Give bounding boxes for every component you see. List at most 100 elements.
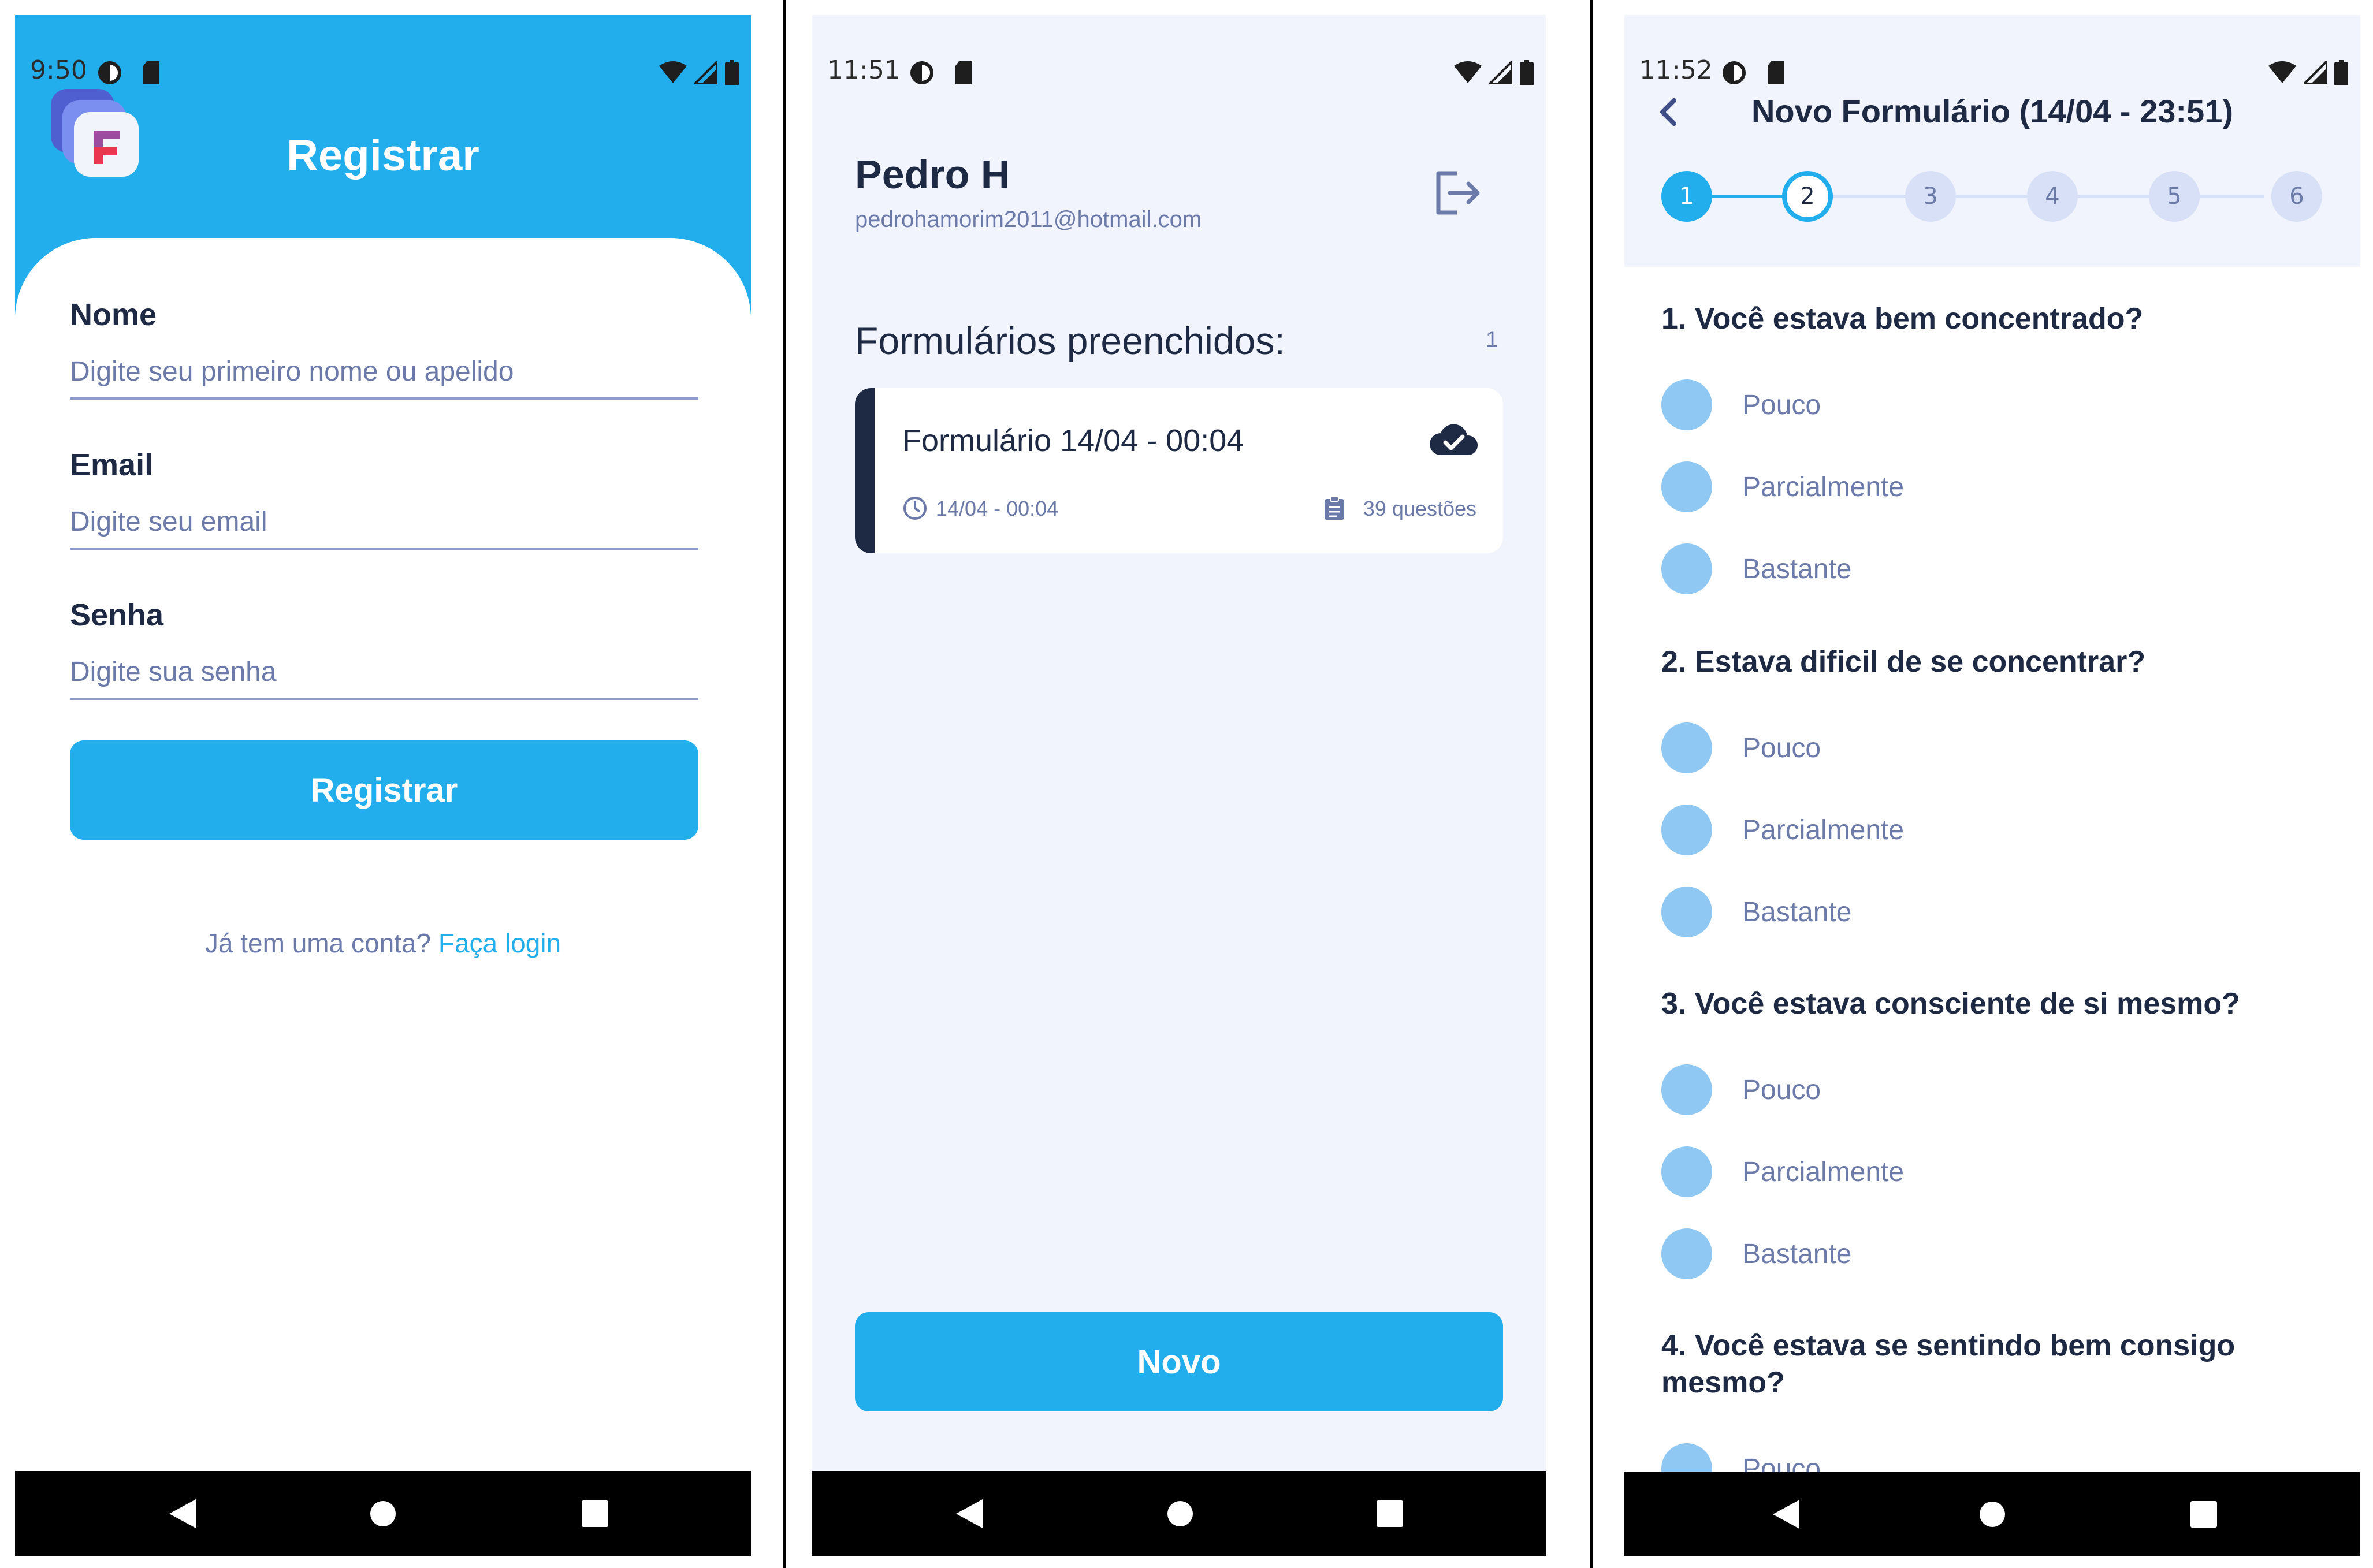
back-triangle-icon xyxy=(1773,1500,1799,1529)
clock-icon xyxy=(903,497,927,520)
form-screen: 11:52 Novo Formulário (14/04 - 23:51) 1 … xyxy=(1624,15,2360,1556)
radio-button[interactable] xyxy=(1661,1228,1712,1279)
wifi-icon xyxy=(2268,61,2296,83)
option-label: Bastante xyxy=(1742,553,1852,584)
recents-square-icon xyxy=(582,1500,608,1527)
sync-status-icon xyxy=(910,61,933,84)
step-5[interactable]: 5 xyxy=(2149,171,2200,222)
back-triangle-icon xyxy=(169,1499,196,1528)
nav-back-button[interactable] xyxy=(142,1471,223,1556)
option-label: Bastante xyxy=(1742,1238,1852,1269)
signal-icon xyxy=(2304,61,2327,84)
logout-icon[interactable] xyxy=(1433,170,1482,216)
option-label: Parcialmente xyxy=(1742,814,1905,846)
android-nav-bar xyxy=(1624,1472,2360,1556)
nav-recents-button[interactable] xyxy=(1349,1471,1430,1556)
nav-back-button[interactable] xyxy=(929,1471,1010,1556)
status-right-icons xyxy=(2268,60,2349,85)
radio-button[interactable] xyxy=(1661,461,1712,512)
radio-button[interactable] xyxy=(1661,1064,1712,1115)
step-connector xyxy=(1698,195,1791,198)
option-q1-bastante[interactable]: Bastante xyxy=(1661,543,1851,595)
option-label: Pouco xyxy=(1742,389,1821,420)
sync-status-icon xyxy=(1723,61,1746,84)
nav-recents-button[interactable] xyxy=(2163,1472,2244,1556)
radio-button[interactable] xyxy=(1661,379,1712,430)
login-link[interactable]: Faça login xyxy=(438,928,561,958)
name-input[interactable] xyxy=(70,345,698,400)
status-time: 11:51 xyxy=(827,55,901,85)
nav-home-button[interactable] xyxy=(1952,1472,2033,1556)
wifi-icon xyxy=(659,61,687,83)
radio-button[interactable] xyxy=(1661,887,1712,937)
nav-back-button[interactable] xyxy=(1746,1472,1827,1556)
email-input[interactable] xyxy=(70,496,698,550)
login-prompt-text: Já tem uma conta? xyxy=(204,928,432,958)
register-card xyxy=(15,238,751,1509)
option-q2-pouco[interactable]: Pouco xyxy=(1661,722,1821,774)
step-3[interactable]: 3 xyxy=(1905,171,1956,222)
section-title: Formulários preenchidos: xyxy=(855,319,1285,362)
login-prompt: Já tem uma conta? Faça login xyxy=(15,928,751,959)
home-screen: 11:51 Pedro H pedrohamorim2011@hotmail.c… xyxy=(812,15,1546,1556)
radio-button[interactable] xyxy=(1661,722,1712,773)
wifi-icon xyxy=(1454,61,1482,83)
step-1[interactable]: 1 xyxy=(1661,171,1712,222)
step-2[interactable]: 2 xyxy=(1782,171,1833,222)
recents-square-icon xyxy=(1377,1500,1403,1527)
signal-icon xyxy=(694,61,717,84)
user-name: Pedro H xyxy=(855,152,1010,197)
battery-icon xyxy=(2334,60,2348,85)
password-label: Senha xyxy=(70,598,164,632)
register-screen: 9:50 Registrar Nome Email Senha Registra… xyxy=(15,15,751,1556)
option-q1-pouco[interactable]: Pouco xyxy=(1661,379,1821,431)
status-time: 11:52 xyxy=(1639,55,1713,85)
password-input[interactable] xyxy=(70,646,698,700)
new-form-button[interactable]: Novo xyxy=(855,1312,1503,1411)
option-label: Bastante xyxy=(1742,896,1852,928)
radio-button[interactable] xyxy=(1661,1146,1712,1197)
screen-divider xyxy=(783,0,786,1568)
radio-button[interactable] xyxy=(1661,543,1712,594)
recents-square-icon xyxy=(2190,1501,2217,1528)
option-q2-bastante[interactable]: Bastante xyxy=(1661,886,1851,938)
cloud-check-icon xyxy=(1430,424,1478,455)
page-title: Registrar xyxy=(287,131,479,180)
signal-icon xyxy=(1489,61,1512,84)
question-4: 4. Você estava se sentindo bem consigo m… xyxy=(1661,1329,2236,1399)
register-button[interactable]: Registrar xyxy=(70,740,698,840)
option-label: Pouco xyxy=(1742,1074,1821,1105)
name-label: Nome xyxy=(70,297,157,332)
form-card-accent-bar xyxy=(855,388,875,553)
clipboard-icon xyxy=(1325,496,1344,520)
android-nav-bar xyxy=(15,1471,751,1556)
step-6[interactable]: 6 xyxy=(2271,171,2322,222)
nav-home-button[interactable] xyxy=(1140,1471,1221,1556)
option-q3-bastante[interactable]: Bastante xyxy=(1661,1228,1851,1280)
option-q3-pouco[interactable]: Pouco xyxy=(1661,1064,1821,1116)
question-2: 2. Estava dificil de se concentrar? xyxy=(1661,645,2146,679)
form-card[interactable]: Formulário 14/04 - 00:04 14/04 - 00:04 3… xyxy=(855,388,1503,553)
back-triangle-icon xyxy=(956,1499,983,1528)
android-nav-bar xyxy=(812,1471,1546,1556)
form-card-question-count: 39 questões xyxy=(1363,497,1476,520)
nav-recents-button[interactable] xyxy=(555,1471,635,1556)
option-q1-parcialmente[interactable]: Parcialmente xyxy=(1661,461,1904,513)
form-card-date: 14/04 - 00:04 xyxy=(936,497,1059,520)
screen-divider xyxy=(1590,0,1593,1568)
home-circle-icon xyxy=(1167,1501,1193,1526)
sync-status-icon xyxy=(98,61,121,84)
option-q2-parcialmente[interactable]: Parcialmente xyxy=(1661,804,1904,856)
user-email: pedrohamorim2011@hotmail.com xyxy=(855,207,1202,232)
question-3: 3. Você estava consciente de si mesmo? xyxy=(1661,987,2240,1020)
option-q3-parcialmente[interactable]: Parcialmente xyxy=(1661,1146,1904,1198)
nav-home-button[interactable] xyxy=(343,1471,423,1556)
email-label: Email xyxy=(70,448,154,482)
radio-button[interactable] xyxy=(1661,805,1712,855)
battery-icon xyxy=(1520,60,1534,85)
section-count: 1 xyxy=(1485,327,1498,352)
step-4[interactable]: 4 xyxy=(2027,171,2078,222)
sd-card-icon xyxy=(143,61,159,84)
status-bar: 11:51 xyxy=(812,15,1546,102)
status-right-icons xyxy=(1453,60,1534,85)
